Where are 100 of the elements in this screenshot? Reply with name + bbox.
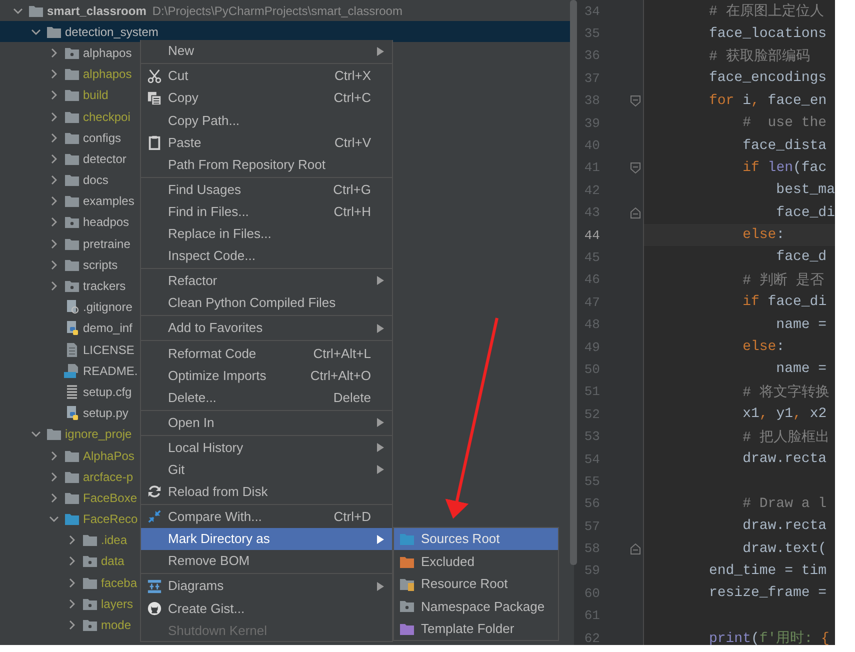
code-line: if face_di (742, 294, 827, 310)
menu-item[interactable]: Refactor (141, 270, 392, 292)
tree-item[interactable]: docs (0, 170, 108, 191)
fold-marker-icon[interactable] (630, 162, 641, 174)
clipboard-icon (147, 134, 162, 150)
code-line: for i, face_en (708, 92, 827, 109)
code-line: draw.text( (742, 540, 827, 557)
menu-item[interactable]: Create Gist... (141, 597, 392, 620)
menu-item[interactable]: Remove BOM (141, 550, 392, 572)
menu-item[interactable]: Sources Root (394, 528, 558, 550)
menu-item[interactable]: Compare With... Ctrl+D (141, 506, 392, 528)
tree-item[interactable]: smart_classroom D:\Projects\PyCharmProjects\smart_classroom (0, 0, 402, 22)
code-line: draw.recta (742, 451, 827, 467)
tree-item[interactable]: scripts (0, 254, 118, 276)
menu-item[interactable]: Clean Python Compiled Files (141, 292, 392, 314)
code-line: else: (742, 227, 785, 244)
menu-item[interactable]: Reload from Disk (141, 480, 392, 503)
folder-icon (399, 622, 415, 636)
code-line: face_di (775, 204, 835, 221)
menu-item[interactable]: Find Usages Ctrl+G (141, 178, 392, 201)
tree-item[interactable]: ignore_proje (0, 424, 132, 445)
tree-item[interactable]: build (0, 84, 108, 106)
resource-folder-icon (399, 576, 415, 591)
menu-item[interactable]: Diagrams (141, 575, 392, 598)
tree-item[interactable]: data (0, 550, 124, 572)
code-line: # use the (742, 115, 827, 132)
python-file-icon (64, 406, 80, 420)
tree-item[interactable]: AlphaPos (0, 444, 134, 466)
menu-item[interactable]: Optimize Imports Ctrl+Alt+O (141, 364, 392, 386)
tree-item[interactable]: setup.py (0, 402, 128, 424)
folder-icon (64, 258, 80, 272)
tree-item[interactable]: configs (0, 127, 122, 148)
folder-icon (64, 194, 80, 208)
tree-item[interactable]: detector (0, 148, 126, 170)
package-folder-icon (82, 618, 98, 632)
tree-item[interactable]: faceba (0, 572, 138, 594)
code-line: # 判断 是否 (742, 272, 824, 289)
menu-item[interactable]: Namespace Package (394, 595, 558, 618)
menu-item[interactable]: Template Folder (394, 618, 558, 640)
menu-item[interactable]: Cut Ctrl+X (141, 65, 392, 88)
code-line: # 将文字转换 (742, 383, 830, 401)
menu-item[interactable]: Copy Path... (141, 109, 392, 132)
code-line: draw.recta (742, 518, 827, 534)
menu-item[interactable]: Excluded (394, 550, 558, 573)
shortcut-text: Delete (333, 388, 371, 407)
tree-item[interactable]: layers (0, 593, 134, 614)
tree-item[interactable]: demo_inf (0, 318, 132, 339)
scrollbar[interactable] (570, 0, 577, 565)
tree-item[interactable]: .idea (0, 530, 128, 551)
line-number: 44 (583, 228, 600, 243)
fold-marker-icon[interactable] (630, 542, 641, 555)
menu-item[interactable]: Git (141, 458, 392, 481)
menu-item[interactable]: Path From Repository Root (141, 153, 392, 176)
tree-item[interactable]: arcface-p (0, 466, 134, 488)
menu-item[interactable]: New (141, 40, 392, 62)
tree-item[interactable]: alphapos (0, 42, 132, 64)
tree-item[interactable]: .gitignore (0, 296, 132, 318)
shortcut-text: Ctrl+D (334, 508, 371, 526)
tree-item[interactable]: alphapos (0, 64, 132, 85)
menu-item[interactable]: Copy Ctrl+C (141, 87, 392, 110)
tree-item[interactable]: headpos (0, 212, 130, 234)
menu-item[interactable]: Open In (141, 412, 392, 434)
tree-item[interactable]: checkpoi (0, 106, 130, 128)
menu-item[interactable]: Local History (141, 436, 392, 459)
package-folder-icon (64, 46, 80, 60)
github-icon (147, 600, 162, 616)
code-line: name = (775, 316, 827, 333)
folder-icon (64, 490, 80, 505)
shortcut-text: Ctrl+H (334, 202, 371, 221)
menu-item[interactable]: Delete... Delete (141, 386, 392, 408)
tree-item[interactable]: FaceBoxe (0, 487, 138, 508)
folder-icon (64, 448, 80, 463)
menu-item[interactable]: Inspect Code... (141, 244, 392, 267)
tree-item[interactable]: setup.cfg (0, 381, 132, 403)
shortcut-text: Ctrl+C (334, 89, 371, 108)
code-line: end_time = tim (708, 562, 827, 579)
config-file-icon (64, 384, 80, 399)
tree-item[interactable]: examples (0, 190, 134, 212)
path-text: D:\Projects\PyCharmProjects\smart_classroom (152, 2, 402, 20)
menu-item[interactable]: Replace in Files... (141, 222, 392, 245)
menu-item[interactable]: Reformat Code Ctrl+Alt+L (141, 342, 392, 364)
code-line: x1, y1, x2 (742, 406, 827, 422)
menu-item[interactable]: Paste Ctrl+V (141, 131, 392, 154)
scissors-icon (147, 68, 162, 84)
file-icon (64, 300, 80, 314)
menu-item[interactable]: Resource Root (394, 572, 558, 596)
menu-item[interactable]: Find in Files... Ctrl+H (141, 200, 392, 223)
code-line: resize_frame = (708, 585, 827, 602)
tree-item[interactable]: README. (0, 360, 138, 382)
menu-item[interactable]: Add to Favorites (141, 317, 392, 340)
tree-item[interactable]: mode (0, 614, 132, 636)
folder-icon (64, 88, 80, 102)
menu-item[interactable]: Mark Directory as (141, 528, 392, 550)
tree-item[interactable]: trackers (0, 275, 126, 297)
tree-item[interactable]: pretraine (0, 233, 130, 254)
fold-marker-icon[interactable] (630, 206, 641, 219)
fold-marker-icon[interactable] (630, 94, 641, 107)
tree-item[interactable]: LICENSE (0, 339, 134, 360)
tree-item[interactable]: FaceReco (0, 508, 138, 530)
diagram-icon (147, 578, 162, 594)
